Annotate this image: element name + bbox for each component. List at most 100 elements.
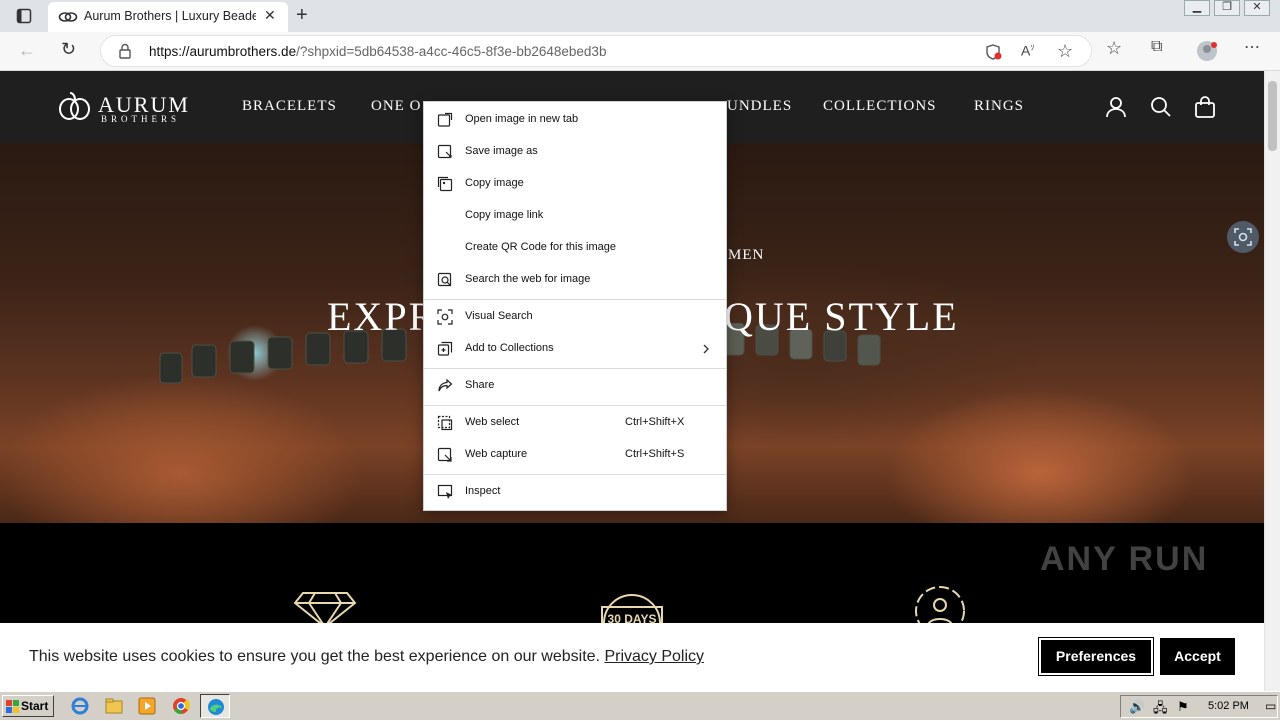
back-icon[interactable]: ← (18, 40, 36, 61)
menu-separator (424, 299, 726, 300)
visual-search-icon (437, 309, 453, 325)
media-player-icon[interactable] (137, 696, 157, 716)
menu-item-label: Search the web for image (465, 273, 591, 285)
start-button[interactable]: Start (2, 695, 54, 717)
menu-save-image-as[interactable]: Save image as (424, 136, 726, 168)
browser-tab-bar: Aurum Brothers | Luxury Beaded ✕ + ▁ ❐ ✕ (0, 0, 1280, 32)
file-explorer-icon[interactable] (104, 696, 124, 716)
tab-aurum-brothers[interactable]: Aurum Brothers | Luxury Beaded ✕ (48, 2, 288, 32)
anyrun-watermark: ANY RUN (1040, 540, 1209, 578)
menu-item-label: Visual Search (465, 310, 533, 322)
menu-item-label: Web capture (465, 448, 528, 460)
profile-avatar-icon[interactable] (1196, 40, 1218, 62)
system-tray: 🔊 🖧 ⚑ ▭ (1120, 695, 1278, 718)
menu-visual-search[interactable]: Visual Search (424, 301, 726, 333)
menu-search-web-for-image[interactable]: Search the web for image (424, 264, 726, 296)
window-controls: ▁ ❐ ✕ (1180, 0, 1270, 18)
copy-image-icon (437, 176, 453, 192)
site-favicon-icon (58, 12, 78, 22)
menu-item-shortcut: Ctrl+Shift+X (625, 416, 685, 428)
nav-rings[interactable]: RINGS (974, 98, 1024, 115)
diamond-icon (293, 592, 357, 627)
preferences-button[interactable]: Preferences (1038, 637, 1154, 676)
taskbar-clock[interactable]: 5:02 PM (1208, 700, 1249, 712)
cookie-message: This website uses cookies to ensure you … (29, 648, 704, 666)
menu-add-to-collections[interactable]: Add to Collections (424, 333, 726, 365)
url-domain: https://aurumbrothers.de (149, 44, 297, 59)
search-icon[interactable] (1150, 96, 1172, 118)
tab-actions-icon[interactable] (16, 8, 32, 24)
logo-mark-icon (59, 92, 90, 120)
accept-button[interactable]: Accept (1160, 638, 1235, 675)
menu-item-label: Save image as (465, 145, 538, 157)
menu-item-label: Add to Collections (465, 342, 554, 354)
privacy-policy-link[interactable]: Privacy Policy (604, 648, 704, 665)
menu-item-label: Share (465, 379, 495, 391)
nav-collections[interactable]: COLLECTIONS (823, 98, 937, 115)
tracking-prevention-icon[interactable] (985, 43, 1003, 61)
taskbar-edge-active[interactable] (200, 694, 230, 718)
url-query: /?shpxid=5db64538-a4cc-46c5-8f3e-bb2648e… (296, 44, 607, 59)
menu-web-select[interactable]: Web select Ctrl+Shift+X (424, 407, 726, 439)
menu-item-shortcut: Ctrl+Shift+S (625, 448, 685, 460)
show-desktop-icon[interactable]: ▭ (1265, 699, 1276, 713)
menu-separator (424, 405, 726, 406)
collections-icon (437, 341, 453, 356)
visual-search-overlay-button[interactable] (1227, 221, 1259, 253)
url-text: https://aurumbrothers.de/?shpxid=5db6453… (149, 44, 606, 59)
logo-subtitle: BROTHERS (101, 114, 181, 124)
collections-toolbar-icon[interactable]: ⧉ (1151, 38, 1162, 56)
lock-icon[interactable] (119, 43, 131, 59)
menu-separator (424, 474, 726, 475)
network-icon[interactable]: 🖧 (1153, 699, 1168, 721)
menu-copy-image-link[interactable]: Copy image link (424, 200, 726, 232)
menu-open-image-new-tab[interactable]: Open image in new tab (424, 104, 726, 136)
add-favorite-icon[interactable]: ☆ (1057, 41, 1073, 62)
tab-close-icon[interactable]: ✕ (264, 7, 276, 24)
restore-icon[interactable]: ❐ (1214, 0, 1240, 16)
nav-bracelets[interactable]: BRACELETS (242, 98, 337, 115)
inspect-icon (437, 484, 453, 499)
volume-icon[interactable]: 🔊 (1129, 699, 1145, 715)
new-tab-icon[interactable]: + (296, 4, 308, 27)
image-context-menu: Open image in new tab Save image as Copy… (423, 101, 727, 511)
read-aloud-icon[interactable]: Aｿ (1021, 42, 1034, 59)
cookie-text: This website uses cookies to ensure you … (29, 648, 600, 665)
more-menu-icon[interactable]: ⋯ (1244, 37, 1260, 57)
menu-web-capture[interactable]: Web capture Ctrl+Shift+S (424, 439, 726, 471)
menu-separator (424, 368, 726, 369)
chrome-icon[interactable] (171, 696, 191, 716)
browser-toolbar: ← ↻ https://aurumbrothers.de/?shpxid=5db… (0, 32, 1280, 71)
internet-explorer-icon[interactable] (70, 696, 90, 716)
scrollbar-thumb[interactable] (1268, 81, 1277, 151)
minimize-icon[interactable]: ▁ (1184, 0, 1210, 16)
nav-bundles[interactable]: UNDLES (727, 98, 792, 115)
menu-share[interactable]: Share (424, 370, 726, 402)
menu-create-qr-code[interactable]: Create QR Code for this image (424, 232, 726, 264)
cart-bag-icon[interactable] (1194, 96, 1216, 118)
cookie-banner: This website uses cookies to ensure you … (0, 623, 1264, 691)
account-icon[interactable] (1105, 96, 1127, 118)
nav-one-of[interactable]: ONE O (371, 98, 421, 115)
menu-copy-image[interactable]: Copy image (424, 168, 726, 200)
web-select-icon (437, 415, 453, 431)
tab-title: Aurum Brothers | Luxury Beaded (84, 9, 256, 23)
menu-item-label: Create QR Code for this image (465, 241, 617, 253)
search-image-icon (437, 272, 452, 287)
save-image-icon (437, 144, 452, 159)
hero-title-right: QUE STYLE (724, 294, 959, 339)
page-scrollbar[interactable] (1264, 71, 1280, 691)
visual-search-icon (1234, 228, 1252, 246)
address-bar[interactable]: https://aurumbrothers.de/?shpxid=5db6453… (100, 35, 1092, 67)
menu-item-label: Copy image (465, 177, 524, 189)
reload-icon[interactable]: ↻ (61, 39, 76, 60)
hero-title-left: EXPR (327, 294, 438, 339)
menu-item-label: Inspect (465, 485, 501, 497)
menu-item-label: Copy image link (465, 209, 544, 221)
edge-icon (208, 699, 224, 715)
favorites-icon[interactable]: ☆ (1106, 38, 1122, 59)
menu-inspect[interactable]: Inspect (424, 476, 726, 508)
menu-item-label: Open image in new tab (465, 113, 579, 125)
window-close-icon[interactable]: ✕ (1244, 0, 1270, 16)
action-center-flag-icon[interactable]: ⚑ (1177, 699, 1189, 715)
